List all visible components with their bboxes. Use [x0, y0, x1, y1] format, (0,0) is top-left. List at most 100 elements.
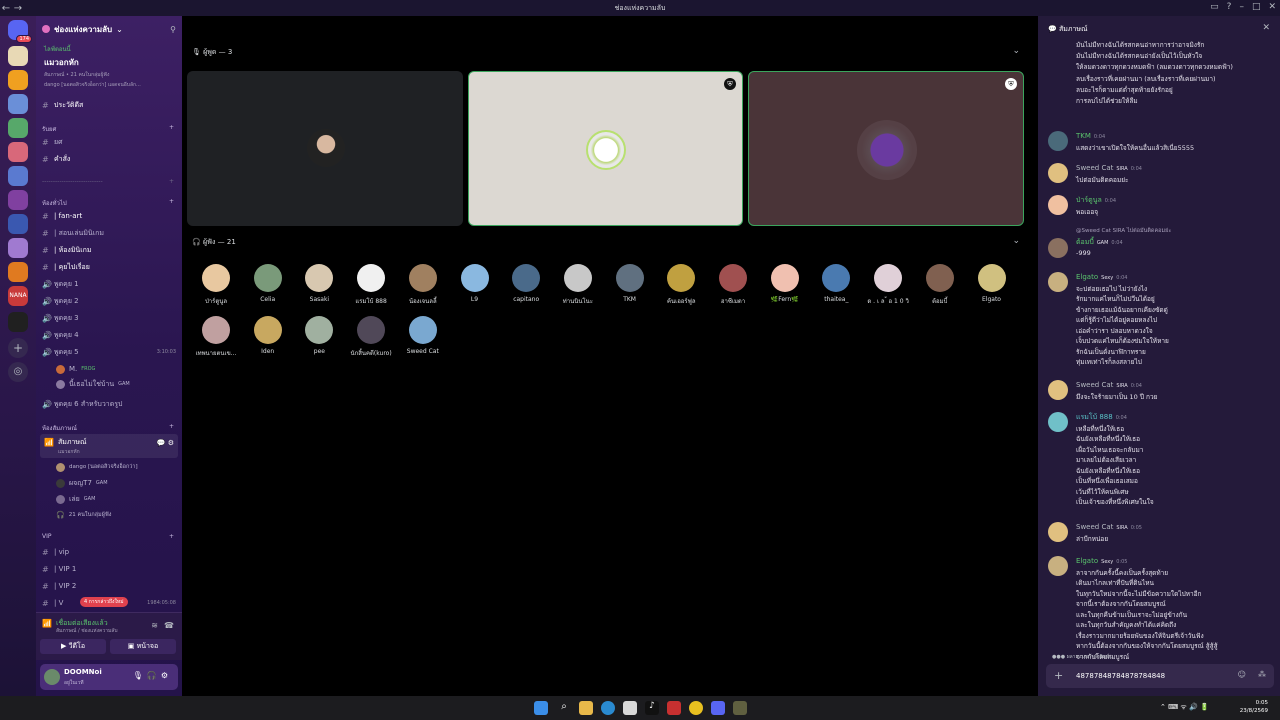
chat-message[interactable]: Sweed Cat SIRA 0:04 มึงจะใจร้ายมาเป็น 10 ปี… [1048, 380, 1274, 402]
channel-item[interactable]: # ประวัติดีส [42, 98, 176, 112]
stage-channel[interactable]: 📶 สัมภาษณ์ แมวอกหัก 💬 ⚙ [40, 434, 178, 458]
category-rules[interactable]: รับยศ + [42, 124, 174, 134]
maximize-icon[interactable]: □ [1252, 2, 1261, 12]
listener[interactable]: capitano [500, 264, 552, 303]
listener[interactable]: Elgato [966, 264, 1018, 303]
server-icon[interactable] [8, 238, 28, 258]
server-icon[interactable] [8, 46, 28, 66]
video-button[interactable]: ▶ วีดีโอ [40, 639, 106, 654]
minimize-icon[interactable]: – [1239, 2, 1244, 12]
channel-item[interactable]: # | คุยไปเรื่อย [42, 260, 176, 274]
vip-channel[interactable]: # | vip [42, 545, 176, 559]
category-vip[interactable]: VIP + [42, 533, 174, 540]
speaker-tile[interactable]: ⛨ [468, 71, 743, 226]
avatar[interactable] [1048, 412, 1068, 432]
attach-icon[interactable]: + [1054, 669, 1063, 682]
store-icon[interactable] [623, 701, 637, 715]
chrome-icon[interactable] [689, 701, 703, 715]
signal-icon[interactable]: 📶 [42, 619, 52, 628]
author-name[interactable]: แรมโบ้ 888 [1076, 413, 1113, 421]
mic-headset-settings-icons[interactable]: 🎙🎧⚙ [133, 671, 172, 680]
listener[interactable]: Sweed Cat [397, 316, 449, 355]
stage-user[interactable]: ผจญT7 GAM [56, 476, 176, 490]
avatar[interactable] [1048, 380, 1068, 400]
server-header[interactable]: ช่องแห่งความลับ ⌄ ⚲ [42, 22, 176, 36]
server-icon[interactable] [8, 312, 28, 332]
live-event[interactable]: ไลฟ์ตอนนี้ แมวอกหัก สัมภาษณ์ • 21 คนในกล… [44, 44, 174, 89]
voice-channel[interactable]: 🔊 พูดคุย 4 [42, 328, 176, 342]
file-explorer-icon[interactable] [579, 701, 593, 715]
avatar[interactable] [1048, 131, 1068, 151]
stage-user[interactable]: เล่ย GAM [56, 492, 176, 506]
help-icon[interactable]: ? [1227, 2, 1232, 12]
author-name[interactable]: Sweed Cat [1076, 381, 1113, 389]
avatar[interactable] [1048, 556, 1068, 576]
chevron-down-icon[interactable]: ⌄ [1012, 46, 1020, 56]
avatar[interactable] [1048, 272, 1068, 292]
chat-message[interactable]: Sweed Cat SIRA 0:05 ล่าบีกหน่อย [1048, 522, 1274, 544]
listener[interactable]: ด . เ ล ้ อ 1 0 วิ [862, 264, 914, 306]
avatar[interactable] [1048, 238, 1068, 258]
add-server-icon[interactable]: + [8, 338, 28, 358]
channel-item[interactable]: # | ห้องมินิเกม [42, 243, 176, 257]
author-name[interactable]: ป่าร์ตูนูล [1076, 196, 1102, 204]
reply-preview[interactable]: @Sweed Cat SIRA ไปต่อมันติดคอมย่ะ [1076, 226, 1274, 237]
author-name[interactable]: TKM [1076, 132, 1091, 140]
channel-item[interactable]: # | สอนเล่นมินิเกม [42, 226, 176, 240]
input-value[interactable]: 48787848784878784848 [1076, 672, 1165, 680]
voice-user[interactable]: นี้เธอไม่ใช่บ้าน GAM [56, 377, 176, 391]
listener[interactable]: ค้นเออร์ฟูล [655, 264, 707, 306]
message-input[interactable]: + 48787848784878784848 ☺ ⁂ [1046, 664, 1274, 688]
avatar[interactable] [1048, 163, 1068, 183]
listener[interactable]: ฮาซีเมดา [707, 264, 759, 306]
voice-channel[interactable]: 🔊 พูดคุย 1 [42, 277, 176, 291]
avatar[interactable] [1048, 522, 1068, 542]
avatar[interactable] [1048, 195, 1068, 215]
apps-icon[interactable]: ⁂ [1258, 670, 1266, 679]
listener[interactable]: L9 [449, 264, 501, 303]
voice-channel[interactable]: 🔊 พูดคุย 3 [42, 311, 176, 325]
listener[interactable]: ท่านนินโนะ [552, 264, 604, 306]
voice-channel[interactable]: 🔊 พูดคุย 5 3:10:03 [42, 345, 176, 359]
author-name[interactable]: Elgato [1076, 557, 1098, 565]
listener[interactable]: pee [293, 316, 345, 355]
listener[interactable]: นักสิ้นคดี(kuro) [345, 316, 397, 358]
author-name[interactable]: Elgato [1076, 273, 1098, 281]
listener[interactable]: thaitea_ [810, 264, 862, 303]
voice-channel[interactable]: 🔊 พูดคุย 6 สำหรับวาดรูป [42, 397, 176, 411]
listener[interactable]: เทพนายตนเข... [190, 316, 242, 358]
app-icon[interactable] [733, 701, 747, 715]
search-icon[interactable]: ⌕ [557, 701, 571, 715]
tray-icons[interactable]: ⌃ ⌨ ᯤ 🔊 🔋 [1160, 703, 1209, 712]
chat-message[interactable]: แรมโบ้ 888 0:04 เหลือที่หนึ่งให้เธอ ฉันยังเ… [1048, 412, 1274, 508]
chevron-down-icon[interactable]: ⌄ [1012, 236, 1020, 246]
disconnect-icon[interactable]: ☎ [164, 621, 174, 630]
tiktok-icon[interactable]: ♪ [645, 701, 659, 715]
close-icon[interactable]: ✕ [1262, 23, 1270, 33]
chat-message[interactable]: TKM 0:04 แสดงว่าเขาเปิดใจให้คนอื่นแล้วสิเน… [1048, 131, 1274, 153]
chat-message[interactable]: Elgato Sexy 0:05 ลาจากกันครั้งนี้คงเป็นครั้… [1048, 556, 1274, 662]
edge-icon[interactable] [601, 701, 615, 715]
vip-channel[interactable]: # | VIP 1 [42, 562, 176, 576]
listener[interactable]: ต้อมบี้ [914, 264, 966, 306]
category-stage[interactable]: ห้องสัมภาษณ์ + [42, 423, 174, 433]
new-mentions-pill[interactable]: 4 การกล่าวถึงใหม่ [80, 597, 128, 607]
discord-home-icon[interactable]: 174 [8, 20, 32, 43]
listener[interactable]: 🌿Fern🌿 [759, 264, 811, 303]
author-name[interactable]: ต้อมบี้ [1076, 238, 1094, 246]
listener[interactable]: Iden [242, 316, 294, 355]
vip-channel[interactable]: # | VIP 2 [42, 579, 176, 593]
channel-item[interactable]: # คำสั่ง [42, 152, 176, 166]
app-icon[interactable] [667, 701, 681, 715]
author-name[interactable]: Sweed Cat [1076, 523, 1113, 531]
chat-message[interactable]: @Sweed Cat SIRA ไปต่อมันติดคอมย่ะ ต้อมบี้… [1048, 226, 1274, 259]
server-icon[interactable] [8, 142, 28, 162]
listener[interactable]: ป่าร์ตูนูล [190, 264, 242, 306]
stage-user[interactable]: dango [นอตอสิวจริงอ็อกว่า] [56, 460, 176, 474]
listener[interactable]: แรมโบ้ 888 [345, 264, 397, 306]
server-icon[interactable] [8, 166, 28, 186]
server-icon[interactable] [8, 70, 28, 90]
noise-suppression-icon[interactable]: ≋ [151, 621, 158, 630]
listener[interactable]: น้องเจนลลี้ [397, 264, 449, 306]
stage-listeners[interactable]: 🎧 21 คนในกลุ่มผู้ฟัง [56, 508, 176, 522]
